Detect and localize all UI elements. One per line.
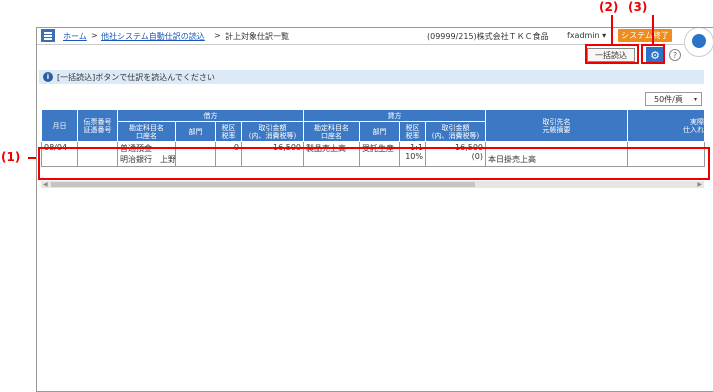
callout-3: (3) xyxy=(628,0,648,14)
app-window: ホーム > 他社システム自動仕訳の読込 > 計上対象仕訳一覧 (09999/21… xyxy=(36,27,713,392)
user-menu[interactable]: fxadmin ▾ xyxy=(567,31,606,40)
col-group-credit: 貸方 xyxy=(303,109,486,122)
breadcrumb-current: 計上対象仕訳一覧 xyxy=(225,32,289,41)
col-header-credit-tax: 税区 税率 xyxy=(399,121,426,142)
per-page-value: 50件/頁 xyxy=(654,95,683,104)
highlight-box-1 xyxy=(38,147,710,180)
callout-3-line xyxy=(652,15,654,45)
col-group-debit: 借方 xyxy=(117,109,304,122)
scrollbar-thumb[interactable] xyxy=(51,182,475,187)
avatar[interactable] xyxy=(684,28,713,57)
col-header-debit-amount: 取引金額 (内、消費税等) xyxy=(241,121,304,142)
highlight-box-3 xyxy=(641,44,665,64)
menu-icon[interactable] xyxy=(41,29,55,42)
chevron-down-icon: ▾ xyxy=(602,31,607,40)
breadcrumb-import[interactable]: 他社システム自動仕訳の読込 xyxy=(101,31,205,42)
col-header-partner: 取引先名 元帳摘要 xyxy=(485,109,628,142)
horizontal-scrollbar[interactable]: ◀ ▶ xyxy=(41,181,704,188)
col-header-credit-amount: 取引金額 (内、消費税等) xyxy=(425,121,486,142)
col-header-debit-account: 勘定科目名 口座名 xyxy=(117,121,176,142)
highlight-box-2 xyxy=(585,44,639,64)
chevron-down-icon: ▾ xyxy=(693,96,697,103)
help-icon[interactable]: ? xyxy=(669,49,681,61)
info-message-bar: i [一括読込]ボタンで仕訳を読込んでください xyxy=(39,70,704,84)
user-name: fxadmin xyxy=(567,31,600,40)
callout-2-line xyxy=(611,15,613,45)
col-header-credit-dept: 部門 xyxy=(359,121,400,142)
col-header-credit-account: 勘定科目名 口座名 xyxy=(303,121,360,142)
assistant-icon xyxy=(692,34,706,48)
scroll-left-icon[interactable]: ◀ xyxy=(43,181,48,188)
scroll-right-icon[interactable]: ▶ xyxy=(697,181,702,188)
per-page-select[interactable]: 50件/頁 ▾ xyxy=(645,92,702,106)
col-header-voucher: 伝票番号 証憑番号 xyxy=(77,109,118,142)
info-message: [一括読込]ボタンで仕訳を読込んでください xyxy=(57,73,215,82)
company-name: (09999/215)株式会社ＴＫＣ食品 xyxy=(427,32,549,41)
system-exit-button[interactable]: システム終了 xyxy=(618,29,672,42)
breadcrumb-home[interactable]: ホーム xyxy=(63,31,87,42)
col-header-date: 月日 xyxy=(41,109,78,142)
col-header-debit-tax: 税区 税率 xyxy=(215,121,242,142)
col-header-debit-dept: 部門 xyxy=(175,121,216,142)
breadcrumb-separator: > xyxy=(214,31,221,40)
col-header-extra: 実際 仕入れ xyxy=(627,109,705,142)
callout-1: (1) xyxy=(1,150,21,164)
breadcrumb-separator: > xyxy=(91,31,98,40)
info-icon: i xyxy=(43,72,53,82)
callout-2: (2) xyxy=(599,0,619,14)
